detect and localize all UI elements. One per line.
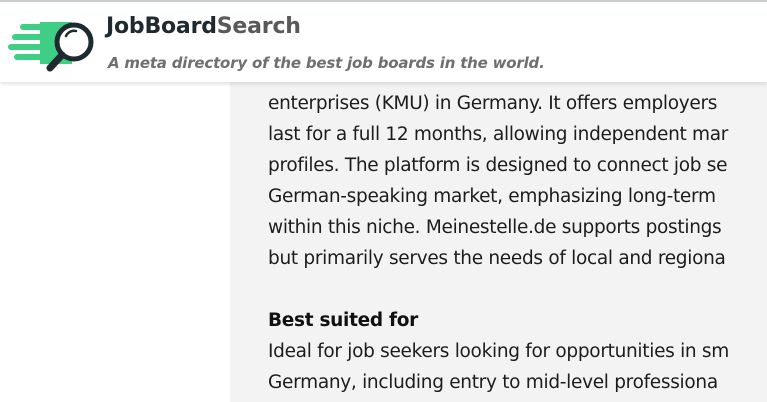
description-line: last for a full 12 months, allowing inde… [268, 124, 729, 145]
site-title-part1: JobBoard [106, 14, 217, 39]
description-line: enterprises (KMU) in Germany. It offers … [268, 93, 718, 114]
site-title[interactable]: JobBoardSearch [106, 14, 301, 39]
site-title-part2: Search [216, 14, 301, 39]
best-suited-line: Germany, including entry to mid-level pr… [268, 372, 718, 393]
description-line: profiles. The platform is designed to co… [268, 155, 728, 176]
description-content: enterprises (KMU) in Germany. It offers … [268, 88, 767, 398]
description-line: but primarily serves the needs of local … [268, 248, 726, 269]
description-line: German-speaking market, emphasizing long… [268, 186, 716, 207]
best-suited-heading: Best suited for [268, 310, 418, 331]
job-board-description-panel: enterprises (KMU) in Germany. It offers … [230, 82, 767, 402]
description-line: within this niche. Meinestelle.de suppor… [268, 217, 722, 238]
site-tagline: A meta directory of the best job boards … [108, 54, 545, 72]
site-header: JobBoardSearch A meta directory of the b… [0, 2, 767, 82]
best-suited-line: Ideal for job seekers looking for opport… [268, 341, 729, 362]
magnifier-logo-icon[interactable] [6, 18, 98, 74]
